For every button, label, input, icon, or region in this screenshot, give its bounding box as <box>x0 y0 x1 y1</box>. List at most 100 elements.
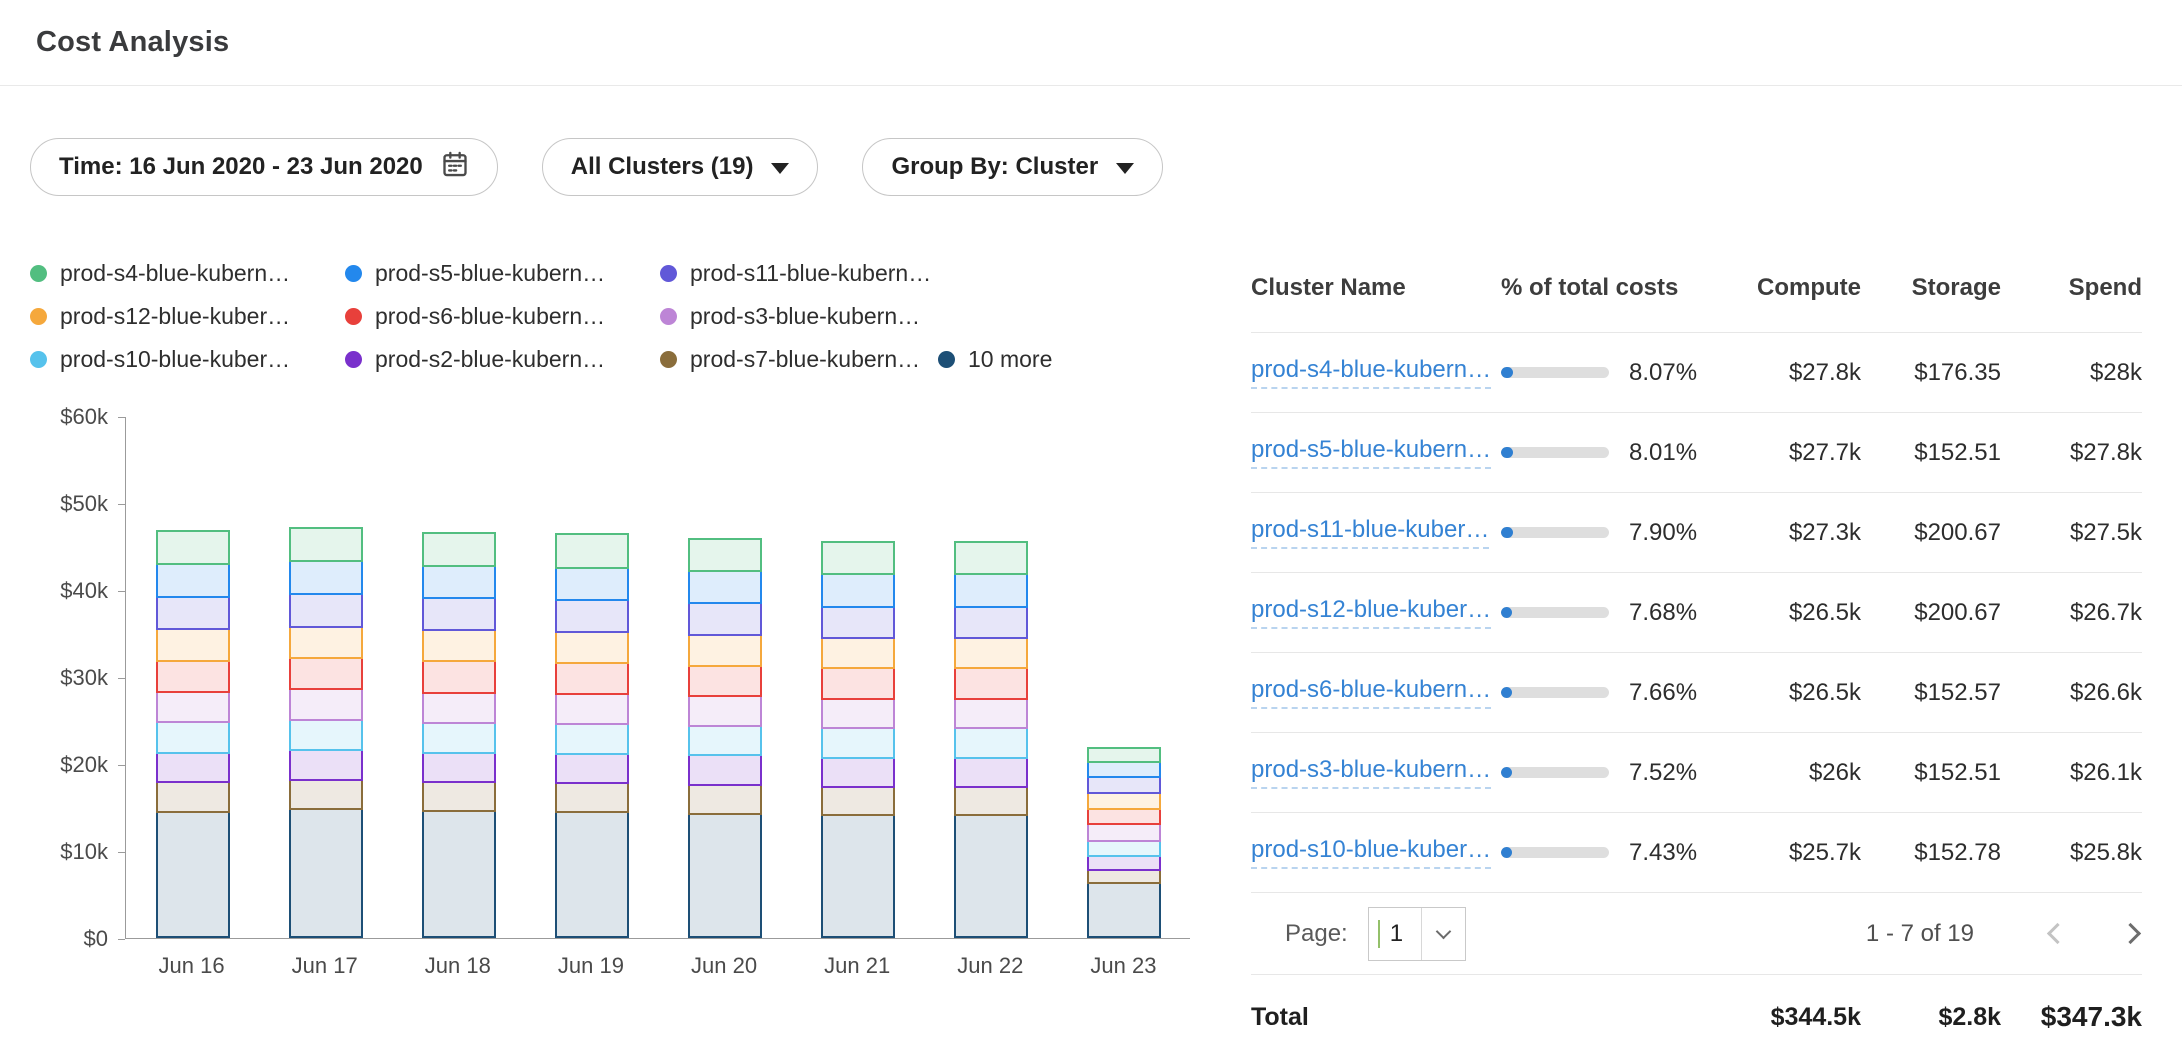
bar-segment[interactable] <box>954 786 1028 817</box>
bar-segment[interactable] <box>289 657 363 690</box>
prev-page-button[interactable] <box>2050 926 2065 941</box>
stacked-bar-jun-23[interactable] <box>1087 416 1161 938</box>
bar-segment[interactable] <box>555 631 629 664</box>
bar-segment[interactable] <box>1087 840 1161 858</box>
cluster-link[interactable]: prod-s11-blue-kuber… <box>1251 516 1489 549</box>
bar-segment[interactable] <box>289 779 363 811</box>
bar-segment[interactable] <box>422 660 496 693</box>
bar-segment[interactable] <box>156 721 230 753</box>
bar-segment[interactable] <box>289 626 363 659</box>
bar-segment[interactable] <box>555 567 629 601</box>
bar-segment[interactable] <box>954 667 1028 699</box>
bar-segment[interactable] <box>422 692 496 724</box>
legend-item[interactable]: prod-s12-blue-kuber… <box>30 303 345 330</box>
bar-segment[interactable] <box>555 533 629 568</box>
bar-segment[interactable] <box>688 538 762 572</box>
col-header-storage[interactable]: Storage <box>1861 274 2001 302</box>
bar-segment[interactable] <box>156 752 230 784</box>
bar-segment[interactable] <box>821 727 895 759</box>
legend-item[interactable]: prod-s10-blue-kuber… <box>30 346 345 373</box>
stacked-bar-jun-22[interactable] <box>954 416 1028 938</box>
bar-segment[interactable] <box>156 660 230 693</box>
cluster-link[interactable]: prod-s4-blue-kubern… <box>1251 356 1491 389</box>
bar-segment[interactable] <box>289 688 363 720</box>
bar-segment[interactable] <box>954 757 1028 788</box>
bar-segment[interactable] <box>289 808 363 938</box>
bar-segment[interactable] <box>821 637 895 669</box>
bar-segment[interactable] <box>821 786 895 817</box>
legend-item[interactable]: prod-s7-blue-kubern… <box>660 346 938 373</box>
bar-segment[interactable] <box>1087 823 1161 842</box>
bar-segment[interactable] <box>954 541 1028 575</box>
bar-segment[interactable] <box>1087 747 1161 764</box>
stacked-bar-jun-21[interactable] <box>821 416 895 938</box>
stacked-bar-jun-18[interactable] <box>422 416 496 938</box>
legend-item[interactable]: prod-s4-blue-kubern… <box>30 260 345 287</box>
bar-segment[interactable] <box>1087 776 1161 794</box>
time-range-filter[interactable]: Time: 16 Jun 2020 - 23 Jun 2020 <box>30 138 498 196</box>
bar-segment[interactable] <box>688 665 762 697</box>
bar-segment[interactable] <box>555 753 629 785</box>
cluster-link[interactable]: prod-s5-blue-kubern… <box>1251 436 1491 469</box>
stacked-bar-jun-16[interactable] <box>156 416 230 938</box>
bar-segment[interactable] <box>555 811 629 938</box>
bar-segment[interactable] <box>1087 761 1161 778</box>
page-select-dropdown[interactable] <box>1421 908 1465 960</box>
bar-segment[interactable] <box>156 691 230 723</box>
bar-segment[interactable] <box>156 596 230 630</box>
bar-segment[interactable] <box>688 634 762 666</box>
cluster-link[interactable]: prod-s10-blue-kuber… <box>1251 836 1491 869</box>
bar-segment[interactable] <box>422 565 496 599</box>
bar-segment[interactable] <box>289 719 363 751</box>
legend-item[interactable]: prod-s6-blue-kubern… <box>345 303 660 330</box>
cluster-link[interactable]: prod-s12-blue-kuber… <box>1251 596 1491 629</box>
bar-segment[interactable] <box>422 722 496 754</box>
bar-segment[interactable] <box>289 560 363 595</box>
col-header-cluster-name[interactable]: Cluster Name <box>1251 274 1501 302</box>
bar-segment[interactable] <box>821 698 895 730</box>
bar-segment[interactable] <box>156 530 230 565</box>
clusters-filter[interactable]: All Clusters (19) <box>542 138 819 196</box>
col-header-spend[interactable]: Spend <box>2001 274 2142 302</box>
bar-segment[interactable] <box>1087 808 1161 826</box>
bar-segment[interactable] <box>422 532 496 567</box>
bar-segment[interactable] <box>954 637 1028 669</box>
bar-segment[interactable] <box>954 698 1028 730</box>
bar-segment[interactable] <box>422 629 496 662</box>
bar-segment[interactable] <box>555 723 629 755</box>
bar-segment[interactable] <box>289 593 363 627</box>
bar-segment[interactable] <box>1087 855 1161 871</box>
bar-segment[interactable] <box>156 628 230 661</box>
bar-segment[interactable] <box>688 784 762 815</box>
bar-segment[interactable] <box>289 749 363 781</box>
legend-item[interactable]: prod-s11-blue-kubern… <box>660 260 938 287</box>
legend-item[interactable]: prod-s2-blue-kubern… <box>345 346 660 373</box>
legend-item[interactable]: prod-s5-blue-kubern… <box>345 260 660 287</box>
bar-segment[interactable] <box>156 811 230 938</box>
col-header-compute[interactable]: Compute <box>1746 274 1861 302</box>
bar-segment[interactable] <box>1087 869 1161 884</box>
bar-segment[interactable] <box>555 599 629 633</box>
bar-segment[interactable] <box>1087 882 1161 938</box>
bar-segment[interactable] <box>688 570 762 604</box>
bar-segment[interactable] <box>821 541 895 575</box>
bar-segment[interactable] <box>555 693 629 725</box>
page-select[interactable]: 1 <box>1368 907 1466 961</box>
group-by-filter[interactable]: Group By: Cluster <box>862 138 1163 196</box>
bar-segment[interactable] <box>555 662 629 694</box>
stacked-bar-jun-20[interactable] <box>688 416 762 938</box>
bar-segment[interactable] <box>821 606 895 639</box>
bar-segment[interactable] <box>422 752 496 784</box>
cluster-link[interactable]: prod-s3-blue-kubern… <box>1251 756 1491 789</box>
bar-segment[interactable] <box>821 667 895 699</box>
bar-segment[interactable] <box>555 782 629 813</box>
bar-segment[interactable] <box>688 813 762 938</box>
col-header-pct-of-total[interactable]: % of total costs <box>1501 274 1746 302</box>
legend-item[interactable]: 10 more <box>938 346 1052 373</box>
stacked-bar-jun-17[interactable] <box>289 416 363 938</box>
bar-segment[interactable] <box>156 563 230 598</box>
bar-segment[interactable] <box>688 725 762 757</box>
bar-segment[interactable] <box>688 602 762 636</box>
bar-segment[interactable] <box>688 754 762 786</box>
bar-segment[interactable] <box>1087 792 1161 810</box>
